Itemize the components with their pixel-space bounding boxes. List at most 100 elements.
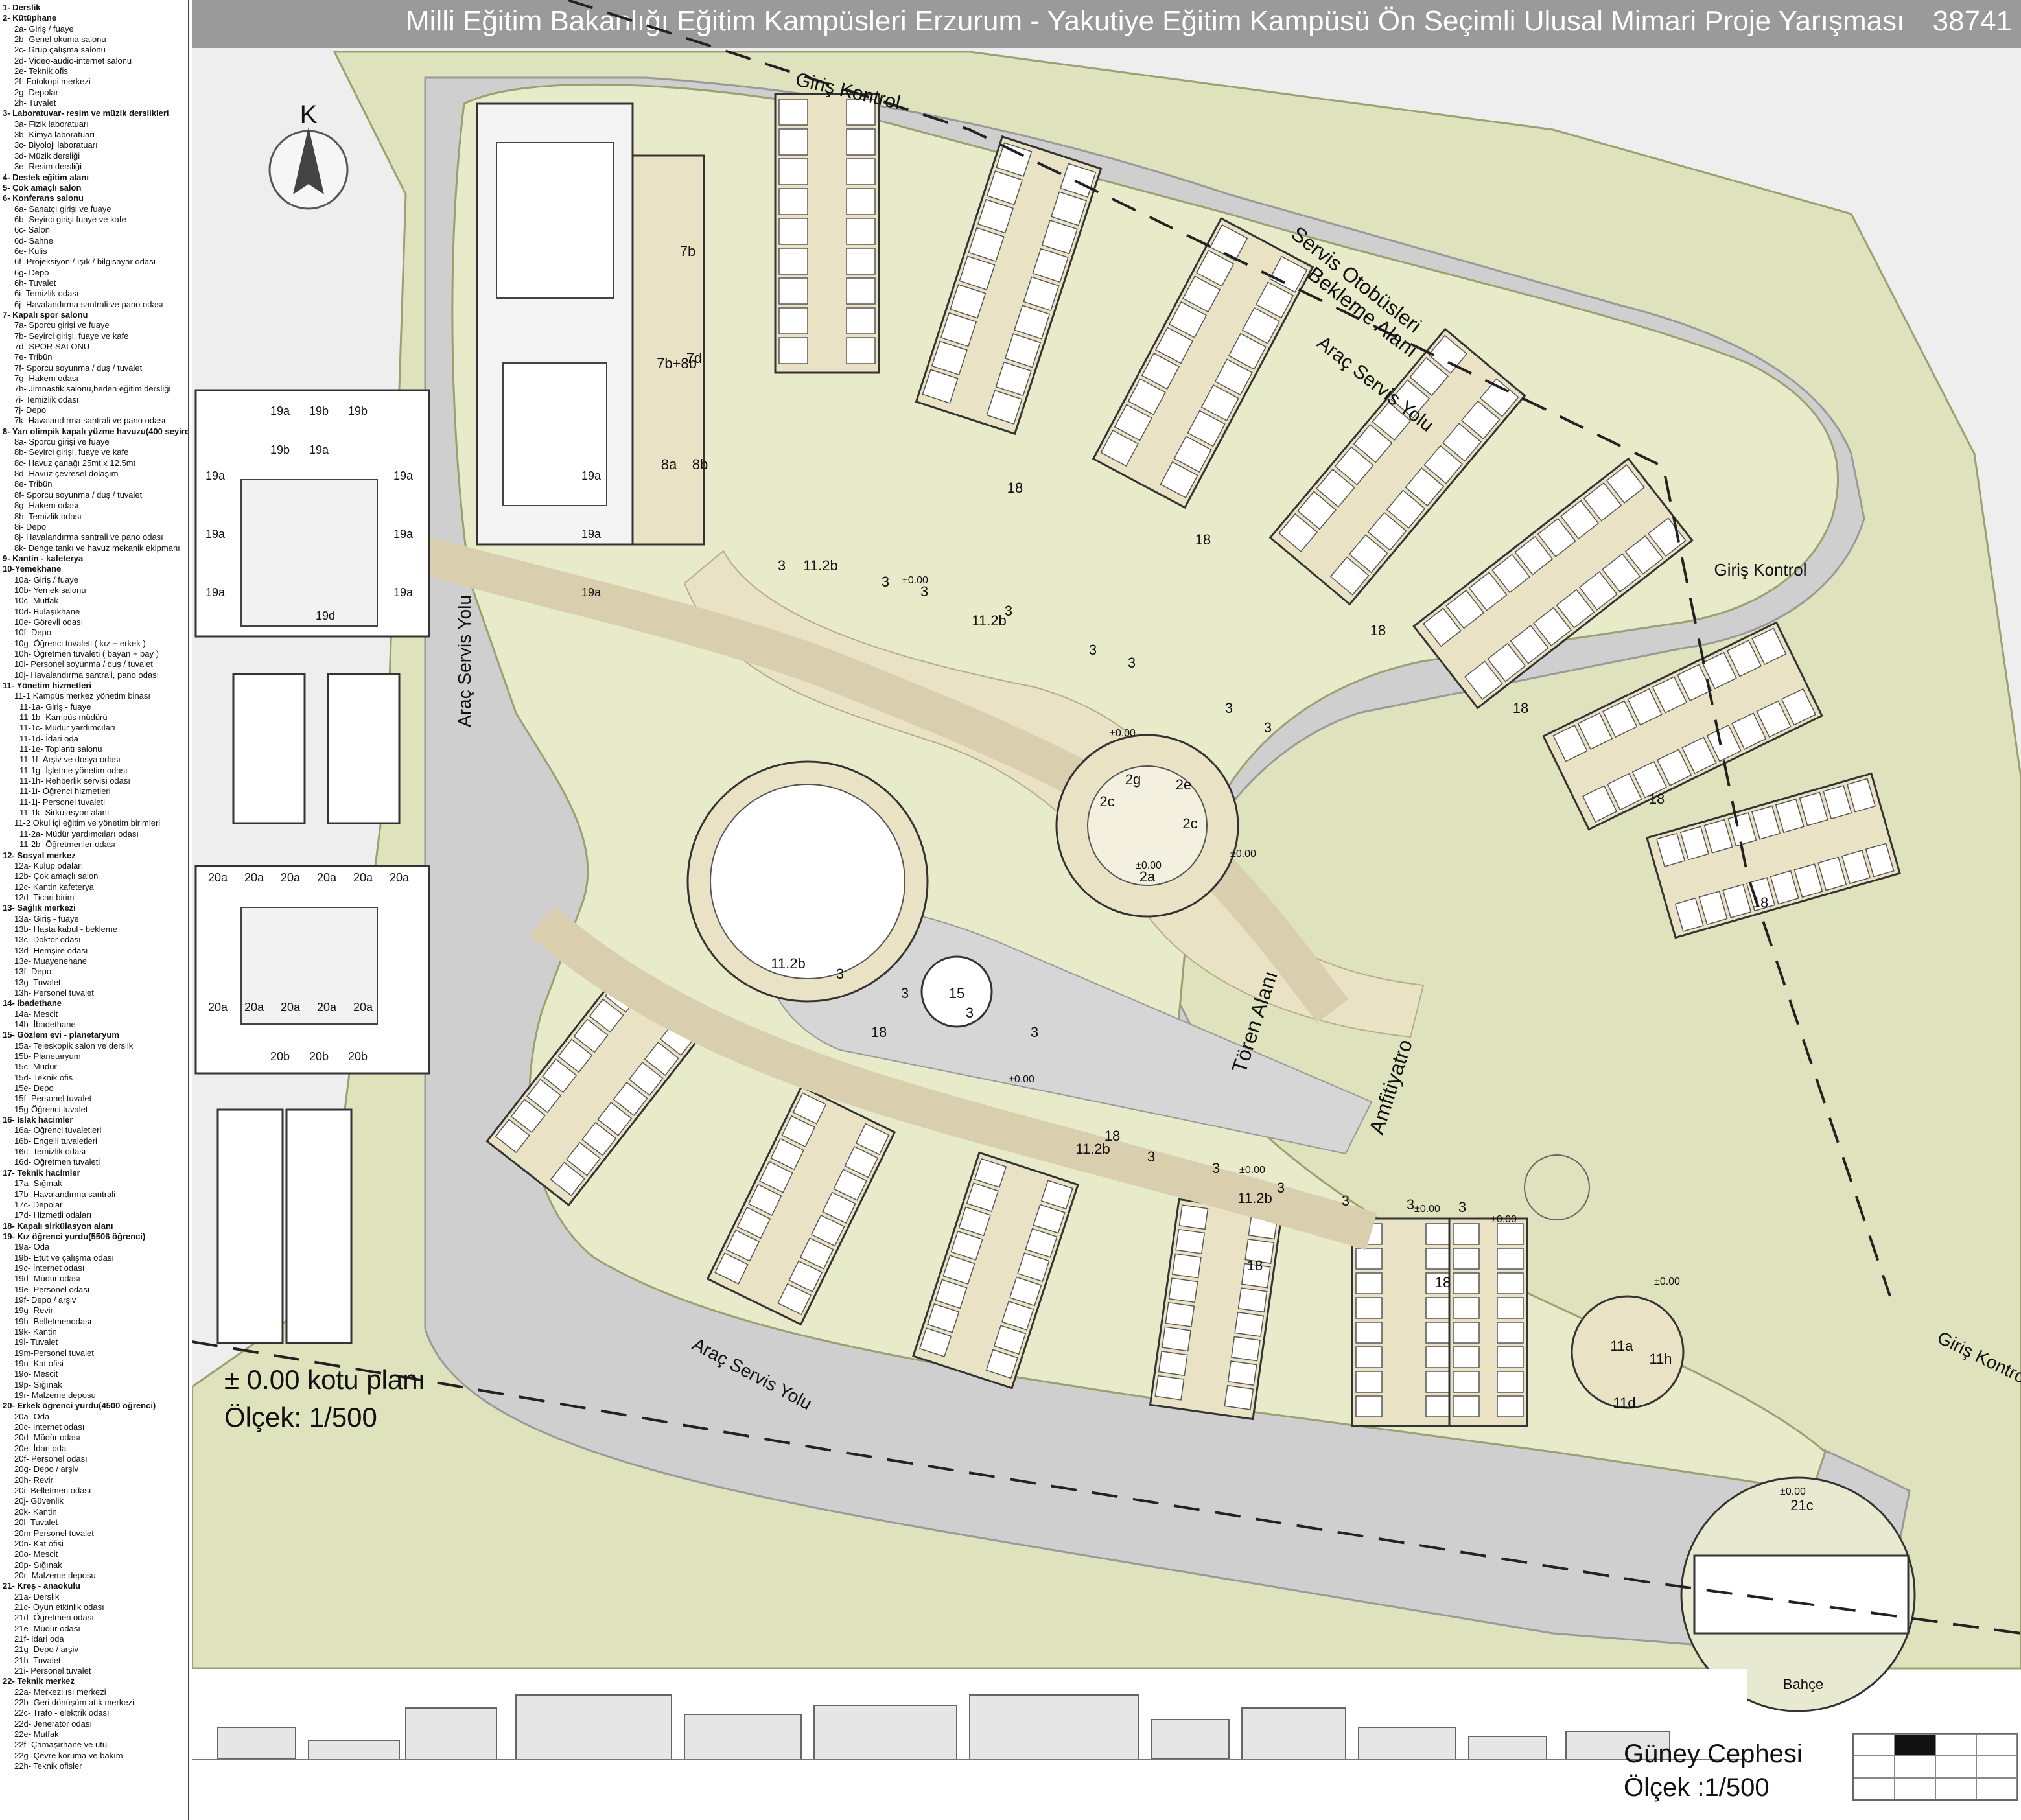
legend-item: 11-1j- Personel tuvaleti <box>19 797 105 807</box>
classroom <box>1497 1297 1524 1319</box>
dorm-room-label: 19a <box>581 586 602 599</box>
legend-item: 20p- Sığınak <box>14 1559 62 1570</box>
room-label: 7b+8b <box>657 355 697 371</box>
legend-item: 9- Kantin - kafeterya <box>3 553 84 563</box>
legend-item: 7b- Seyirci girişi, fuaye ve kafe <box>14 331 129 341</box>
legend-item: 11-1f- Arşiv ve dosya odası <box>19 754 121 765</box>
sheet-cell <box>1976 1756 2017 1778</box>
classroom <box>846 307 876 334</box>
legend-item: 15- Gözlem evi - planetaryum <box>3 1030 119 1040</box>
sheet-cell <box>1854 1756 1895 1778</box>
legend-item: 14b- İbadethane <box>14 1020 76 1029</box>
legend-item: 17a- Sığınak <box>14 1178 62 1189</box>
legend-item: 6- Konferans salonu <box>3 193 84 204</box>
room-label: 2g <box>1125 771 1141 788</box>
sheet-cell <box>1935 1756 1976 1778</box>
legend-item: 17c- Depolar <box>14 1199 63 1209</box>
legend-item: 2f- Fotokopi merkezi <box>14 76 91 87</box>
room-label: 3 <box>1342 1193 1349 1209</box>
legend-item: 10a- Giriş / fuaye <box>14 574 78 585</box>
legend-item: 11-2b- Öğretmenler odası <box>19 839 115 850</box>
sheet-cell <box>1976 1734 2017 1756</box>
room-label: 11.2b <box>972 612 1006 629</box>
legend-item: 8- Yarı olimpik kapalı yüzme havuzu(400 … <box>3 426 189 436</box>
room-label: 3 <box>901 985 909 1001</box>
legend-item: 10e- Görevli odası <box>14 616 84 627</box>
classroom <box>1497 1322 1524 1344</box>
room-label: 21c <box>1790 1497 1813 1513</box>
legend-item: 13c- Doktor odası <box>14 935 81 945</box>
south-wing <box>1351 1217 1457 1427</box>
level-mark: ±0.00 <box>1780 1486 1806 1497</box>
legend-item: 7f- Sporcu soyunma / duş / tuvalet <box>14 362 143 373</box>
legend-item: 19n- Kat ofisi <box>14 1359 64 1368</box>
legend-item: 11- Yönetim hizmetleri <box>3 681 92 690</box>
plan-caption: ± 0.00 kotu planı Ölçek: 1/500 <box>224 1361 425 1436</box>
dorm-room-label: 20a <box>390 871 410 884</box>
room-label: 8b <box>692 456 708 472</box>
legend-item: 21d- Öğretmen odası <box>14 1613 94 1623</box>
legend-item: 20- Erkek öğrenci yurdu(4500 öğrenci) <box>3 1401 156 1411</box>
classroom <box>846 158 876 185</box>
classroom <box>778 99 808 126</box>
classroom <box>846 277 876 305</box>
room-label: 7b <box>680 243 695 259</box>
legend-item: 13h- Personel tuvalet <box>14 987 94 998</box>
legend-item: 13b- Hasta kabul - bekleme <box>14 924 117 934</box>
arac-servis-yolu-label: Araç Servis Yolu <box>454 595 474 727</box>
legend-item: 20f- Personel odası <box>14 1454 88 1464</box>
sheet-cell <box>1895 1777 1935 1799</box>
room-label: 11d <box>1613 1395 1635 1411</box>
dorm-room-label: 20a <box>208 1001 228 1014</box>
legend-item: 10j- Havalandırma santrali, pano odası <box>14 670 159 680</box>
dorm-room-label: 20a <box>317 1001 337 1014</box>
legend-item: 5- Çok amaçlı salon <box>3 182 82 192</box>
basketball-court <box>496 142 614 299</box>
room-label: 3 <box>882 574 889 590</box>
room-label: 11h <box>1649 1351 1672 1367</box>
legend-item: 22g- Çevre koruma ve bakım <box>14 1750 123 1760</box>
classroom <box>1497 1272 1524 1294</box>
legend-item: 14- İbadethane <box>3 998 62 1009</box>
classroom <box>1497 1346 1524 1368</box>
sheet-cell-current <box>1895 1734 1935 1756</box>
classroom <box>846 248 876 275</box>
legend-item: 8e- Tribün <box>14 479 53 489</box>
classroom <box>846 218 876 245</box>
classroom <box>778 307 808 334</box>
swimming-pool <box>502 362 607 506</box>
dorm-room-label: 20a <box>281 1001 301 1014</box>
classroom <box>846 188 876 215</box>
room-label: 3 <box>778 557 786 574</box>
classroom <box>1453 1346 1480 1368</box>
classroom <box>1227 1360 1257 1386</box>
legend-item: 19b- Etüt ve çalışma odası <box>14 1252 114 1263</box>
legend-item: 6j- Havalandırma santrali ve pano odası <box>14 299 163 309</box>
legend-item: 8h- Temizlik odası <box>14 511 82 521</box>
legend-item: 7j- Depo <box>14 405 47 415</box>
legend-item: 11-1g- İşletme yönetim odası <box>19 765 128 775</box>
classroom <box>1453 1272 1480 1294</box>
legend-item: 19r- Malzeme deposu <box>14 1390 96 1401</box>
legend-item: 16c- Temizlik odası <box>14 1147 86 1157</box>
classroom <box>1355 1346 1383 1368</box>
legend-item: 10i- Personel soyunma / duş / tuvalet <box>14 659 153 670</box>
legend-item: 2a- Giriş / fuaye <box>14 23 74 34</box>
dining-hall-left <box>232 673 306 824</box>
room-label: 3 <box>1031 1024 1038 1040</box>
classroom <box>1237 1287 1268 1313</box>
legend-item: 3d- Müzik dersliği <box>14 150 80 161</box>
legend-item: 7g- Hakem odası <box>14 373 78 384</box>
legend-item: 19c- İnternet odası <box>14 1263 85 1273</box>
legend-item: 21c- Oyun etkinlik odası <box>14 1602 104 1612</box>
legend-item: 7k- Havalandırma santrali ve pano odası <box>14 415 166 426</box>
classroom <box>1162 1326 1191 1352</box>
legend-item: 16- Islak hacimler <box>3 1115 73 1125</box>
legend-item: 11-1e- Toplantı salonu <box>19 744 102 754</box>
room-label: 18 <box>1753 894 1768 911</box>
legend-item: 11-1d- İdari oda <box>19 733 78 743</box>
legend-item: 12c- Kantin kafeterya <box>14 881 94 892</box>
classroom <box>1234 1311 1265 1337</box>
legend-item: 3a- Fizik laboratuarı <box>14 119 89 129</box>
legend-item: 11-1h- Rehberlik servisi odası <box>19 776 130 786</box>
